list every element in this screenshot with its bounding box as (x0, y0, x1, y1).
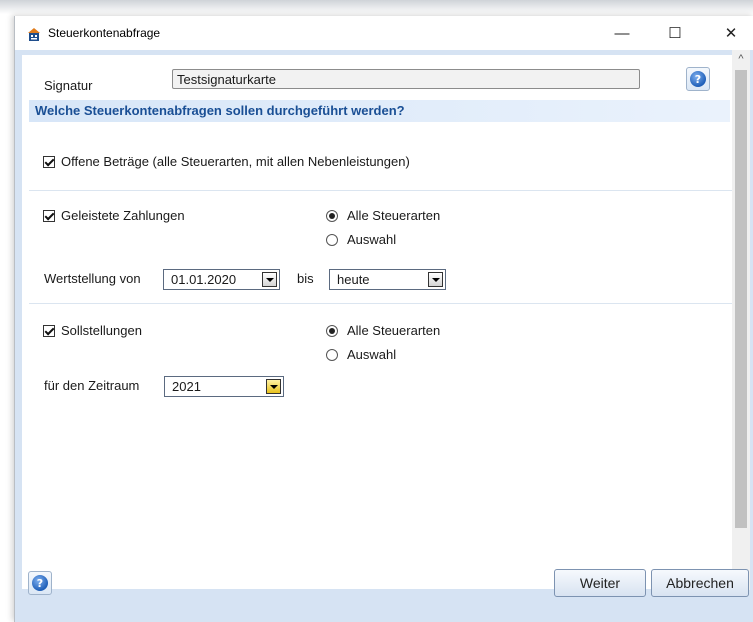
radio-label: Alle Steuerarten (347, 208, 441, 223)
dropdown-arrow-icon[interactable] (262, 272, 277, 287)
section-header: Welche Steuerkontenabfragen sollen durch… (29, 100, 730, 122)
help-icon: ? (32, 575, 48, 591)
checkbox-checked-icon (43, 324, 55, 337)
help-icon: ? (690, 71, 706, 87)
sollstellungen-label: Sollstellungen (61, 323, 142, 338)
zahlungen-checkbox[interactable]: Geleistete Zahlungen (43, 208, 185, 223)
help-button[interactable]: ? (686, 67, 710, 91)
dropdown-value: 2021 (172, 379, 201, 394)
radio-label: Auswahl (347, 232, 397, 247)
signatur-label: Signatur (44, 78, 93, 93)
checkbox-checked-icon (43, 155, 55, 168)
wertstellung-label: Wertstellung von (44, 271, 141, 286)
soll-radio-auswahl[interactable]: Auswahl (326, 347, 396, 362)
dropdown-value: 01.01.2020 (171, 272, 237, 287)
zahlungen-radio-auswahl[interactable]: Auswahl (326, 232, 396, 247)
window-title: Steuerkontenabfrage (48, 26, 161, 40)
zahlungen-radio-alle[interactable]: Alle Steuerarten (326, 208, 440, 223)
radio-label: Alle Steuerarten (347, 323, 441, 338)
wertstellung-to-dropdown[interactable]: heute (329, 269, 446, 290)
zahlungen-label: Geleistete Zahlungen (61, 208, 185, 223)
radio-label: Auswahl (347, 347, 397, 362)
soll-radio-alle[interactable]: Alle Steuerarten (326, 323, 440, 338)
close-icon: ✕ (724, 25, 738, 42)
minimize-icon: — (614, 24, 630, 42)
minimize-button[interactable]: — (599, 16, 645, 50)
scroll-thumb[interactable] (735, 70, 747, 528)
close-button[interactable]: ✕ (708, 16, 753, 50)
radio-selected-icon (326, 209, 338, 222)
options-panel: Signatur Testsignaturkarte ? Welche Steu… (22, 55, 732, 589)
wertstellung-from-dropdown[interactable]: 01.01.2020 (163, 269, 280, 290)
weiter-button[interactable]: Weiter (554, 569, 646, 597)
maximize-icon: ☐ (668, 25, 682, 42)
dialog-content: Signatur Testsignaturkarte ? Welche Steu… (15, 50, 753, 622)
bottom-help-button[interactable]: ? (28, 571, 52, 595)
offene-betraege-checkbox[interactable]: Offene Beträge (alle Steuerarten, mit al… (43, 154, 410, 169)
dialog-window: Steuerkontenabfrage — ☐ ✕ Signatur Tests… (14, 16, 753, 622)
abbrechen-button[interactable]: Abbrechen (651, 569, 749, 597)
title-bar[interactable]: Steuerkontenabfrage — ☐ ✕ (15, 16, 753, 50)
bis-label: bis (297, 271, 314, 286)
checkbox-checked-icon (43, 209, 55, 222)
divider (29, 303, 732, 304)
scroll-up-icon[interactable]: ^ (732, 50, 750, 68)
background-shadow (0, 0, 753, 14)
sollstellungen-checkbox[interactable]: Sollstellungen (43, 323, 142, 338)
dropdown-arrow-icon[interactable] (428, 272, 443, 287)
app-icon (28, 28, 40, 41)
radio-unselected-icon (326, 233, 338, 246)
radio-unselected-icon (326, 348, 338, 361)
zeitraum-label: für den Zeitraum (44, 378, 140, 393)
radio-selected-icon (326, 324, 338, 337)
divider (29, 190, 732, 191)
dropdown-arrow-icon[interactable] (266, 379, 281, 394)
vertical-scrollbar[interactable]: ^ v (732, 50, 750, 590)
signatur-field[interactable]: Testsignaturkarte (172, 69, 640, 89)
offene-betraege-label: Offene Beträge (alle Steuerarten, mit al… (61, 154, 410, 169)
zeitraum-dropdown[interactable]: 2021 (164, 376, 284, 397)
dropdown-value: heute (337, 272, 370, 287)
maximize-button[interactable]: ☐ (652, 16, 698, 50)
